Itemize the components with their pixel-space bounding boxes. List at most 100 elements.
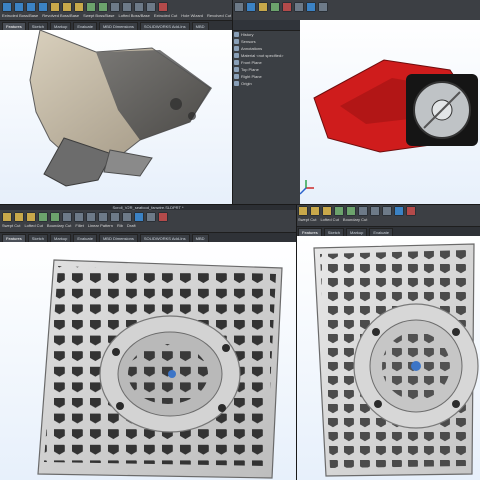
boundary-cut-icon[interactable] bbox=[26, 212, 36, 222]
material-icon bbox=[234, 53, 239, 58]
sweep-icon[interactable] bbox=[26, 2, 36, 12]
bottom-left-toolbar: Swept Cut Lofted Cut Boundary Cut Fillet… bbox=[0, 210, 296, 233]
pane-bottom-left: Scroll_V2R_seafood_fanwire.SLDPRT * Swep… bbox=[0, 204, 296, 480]
draft-icon[interactable] bbox=[74, 212, 84, 222]
mount-hole bbox=[188, 112, 196, 120]
tree-item[interactable]: Top Plane bbox=[232, 66, 300, 73]
tree-item-label: Top Plane bbox=[241, 67, 259, 72]
toolbar-label: Swept Cut bbox=[2, 223, 21, 228]
toolbar-icon[interactable] bbox=[294, 2, 304, 12]
center-marker bbox=[168, 370, 176, 378]
tree-item-label: Sensors bbox=[241, 39, 256, 44]
lower-bracket bbox=[103, 149, 153, 177]
tree-item[interactable]: Origin bbox=[232, 80, 300, 87]
toolbar-icon[interactable] bbox=[246, 2, 256, 12]
toolbar-label: Extruded Boss/Base bbox=[2, 13, 39, 18]
toolbar-label: Hole Wizard bbox=[181, 13, 204, 18]
mount-hole bbox=[170, 98, 182, 110]
tree-item[interactable]: Sensors bbox=[232, 38, 300, 45]
fillet-icon[interactable] bbox=[334, 206, 344, 216]
linear-pattern-icon[interactable] bbox=[50, 212, 60, 222]
rib-icon[interactable] bbox=[358, 206, 368, 216]
toolbar-label: Boundary Cut bbox=[46, 223, 72, 228]
feature-tree-header bbox=[232, 20, 300, 31]
tree-item[interactable]: Material <not specified> bbox=[232, 52, 300, 59]
fillet-icon[interactable] bbox=[86, 2, 96, 12]
cut-revolve-icon[interactable] bbox=[74, 2, 84, 12]
tree-item-label: Origin bbox=[241, 81, 252, 86]
toolbar-icon[interactable] bbox=[258, 2, 268, 12]
reference-geometry-icon[interactable] bbox=[394, 206, 404, 216]
wrap-icon[interactable] bbox=[122, 2, 132, 12]
swept-cut-icon[interactable] bbox=[298, 206, 308, 216]
viewport-top-left[interactable] bbox=[0, 29, 232, 204]
linear-pattern-icon[interactable] bbox=[98, 2, 108, 12]
grille-rendering-bottom-left bbox=[37, 259, 283, 479]
tree-item-label: History bbox=[241, 32, 254, 37]
pane-bottom-right: Swept Cut Lofted Cut Boundary Cut Featur… bbox=[296, 204, 480, 480]
hole-wizard-icon[interactable] bbox=[62, 2, 72, 12]
intersect-icon[interactable] bbox=[110, 212, 120, 222]
cut-extrude-icon[interactable] bbox=[50, 2, 60, 12]
tree-item[interactable]: Front Plane bbox=[232, 59, 300, 66]
curves-icon[interactable] bbox=[146, 2, 156, 12]
reference-geometry-icon[interactable] bbox=[134, 2, 144, 12]
toolbar-icon[interactable] bbox=[282, 2, 292, 12]
shell-icon[interactable] bbox=[86, 212, 96, 222]
feature-tree-panel: History Sensors Annotations Material <no… bbox=[232, 20, 301, 204]
plane-icon bbox=[234, 74, 239, 79]
tree-item[interactable]: History bbox=[232, 31, 300, 38]
toolbar-icon[interactable] bbox=[234, 2, 244, 12]
toolbar-icon[interactable] bbox=[306, 2, 316, 12]
instant3d-icon[interactable] bbox=[158, 2, 168, 12]
rib-icon[interactable] bbox=[62, 212, 72, 222]
revolve-icon[interactable] bbox=[14, 2, 24, 12]
linear-pattern-icon[interactable] bbox=[346, 206, 356, 216]
top-left-toolbar: Extruded Boss/Base Revolved Boss/Base Sw… bbox=[0, 0, 232, 21]
tree-item[interactable]: Right Plane bbox=[232, 73, 300, 80]
mirror-icon[interactable] bbox=[122, 212, 132, 222]
toolbar-labels: Swept Cut Lofted Cut Boundary Cut Fillet… bbox=[0, 224, 296, 230]
annotations-icon bbox=[234, 46, 239, 51]
draft-icon[interactable] bbox=[370, 206, 380, 216]
pane-top-left: Extruded Boss/Base Revolved Boss/Base Sw… bbox=[0, 0, 232, 204]
reference-geometry-icon[interactable] bbox=[134, 212, 144, 222]
viewport-bottom-right[interactable] bbox=[296, 236, 480, 480]
fillet-icon[interactable] bbox=[38, 212, 48, 222]
toolbar-label: Revolved Cut bbox=[207, 13, 232, 18]
viewport-top-right[interactable] bbox=[299, 20, 480, 204]
instant3d-icon[interactable] bbox=[406, 206, 416, 216]
boundary-cut-icon[interactable] bbox=[322, 206, 332, 216]
lofted-cut-icon[interactable] bbox=[310, 206, 320, 216]
vertical-separator bbox=[296, 204, 297, 480]
vertical-separator bbox=[232, 0, 233, 204]
grille-rendering-bottom-right bbox=[313, 243, 479, 477]
viewport-bottom-left[interactable] bbox=[0, 242, 296, 480]
instant3d-icon[interactable] bbox=[158, 212, 168, 222]
top-right-toolbar bbox=[232, 0, 480, 21]
toolbar-icon[interactable] bbox=[318, 2, 328, 12]
tree-item-label: Annotations bbox=[241, 46, 263, 51]
curves-icon[interactable] bbox=[146, 212, 156, 222]
rib-icon[interactable] bbox=[110, 2, 120, 12]
plane-icon bbox=[234, 67, 239, 72]
toolbar-label: Fillet bbox=[75, 223, 84, 228]
extrude-icon[interactable] bbox=[2, 2, 12, 12]
toolbar-label: Lofted Cut bbox=[24, 223, 43, 228]
history-icon bbox=[234, 32, 239, 37]
shell-icon[interactable] bbox=[382, 206, 392, 216]
toolbar-icon[interactable] bbox=[270, 2, 280, 12]
tree-item[interactable]: Annotations bbox=[232, 45, 300, 52]
toolbar-label: Swept Cut bbox=[298, 217, 317, 222]
toolbar-label: Lofted Boss/Base bbox=[118, 13, 150, 18]
sensors-icon bbox=[234, 39, 239, 44]
toolbar-labels: Swept Cut Lofted Cut Boundary Cut bbox=[296, 218, 480, 224]
wrap-icon[interactable] bbox=[98, 212, 108, 222]
swept-cut-icon[interactable] bbox=[2, 212, 12, 222]
loft-icon[interactable] bbox=[38, 2, 48, 12]
screw-hole bbox=[218, 404, 226, 412]
toolbar-label: Revolved Boss/Base bbox=[42, 13, 80, 18]
lofted-cut-icon[interactable] bbox=[14, 212, 24, 222]
center-marker bbox=[411, 361, 421, 371]
origin-icon bbox=[234, 81, 239, 86]
